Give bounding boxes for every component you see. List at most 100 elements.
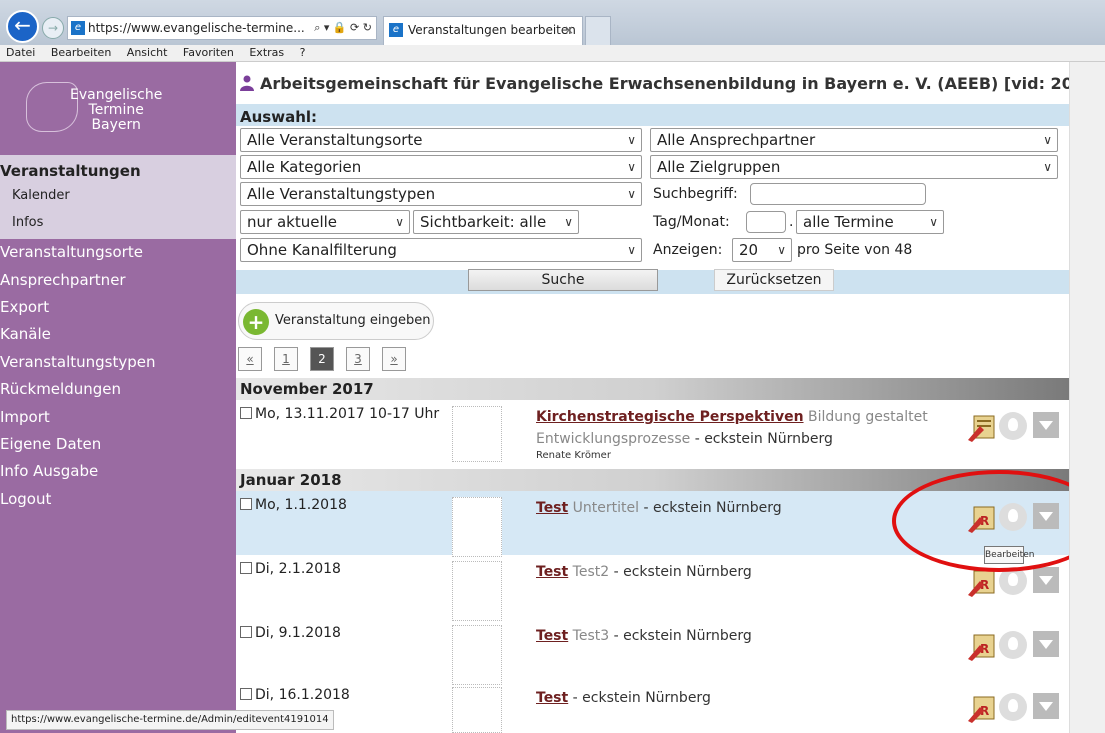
sidebar-item-kanaele[interactable]: Kanäle bbox=[0, 325, 236, 343]
event-description: Test Test3 - eckstein Nürnberg bbox=[536, 625, 936, 647]
edit-icon[interactable] bbox=[966, 414, 998, 442]
chevron-down-icon: ∨ bbox=[627, 160, 636, 174]
zielgruppen-select[interactable]: Alle Zielgruppen ∨ bbox=[650, 155, 1058, 179]
filter-heading: Auswahl: bbox=[240, 108, 318, 126]
kategorien-select[interactable]: Alle Kategorien ∨ bbox=[240, 155, 642, 179]
table-row: Di, 9.1.2018 Test Test3 - eckstein Nürnb… bbox=[236, 619, 1069, 685]
address-controls[interactable]: ⌕ ▾ 🔒 ⟳ ↻ bbox=[314, 17, 372, 39]
filter-form: Alle Veranstaltungsorte ∨ Alle Ansprechpa… bbox=[236, 126, 1069, 270]
sidebar-item-veranstaltungen[interactable]: Veranstaltungen bbox=[0, 162, 141, 180]
pagination-first[interactable]: « bbox=[238, 347, 262, 371]
event-description: Test Untertitel - eckstein Nürnberg bbox=[536, 497, 936, 519]
edit-icon[interactable]: R bbox=[966, 569, 998, 597]
event-checkbox[interactable] bbox=[240, 625, 252, 638]
sidebar-subitem-kalender[interactable]: Kalender bbox=[12, 188, 70, 203]
dropdown-arrow-icon[interactable] bbox=[1033, 412, 1059, 438]
event-title-link[interactable]: Kirchenstrategische Perspektiven bbox=[536, 409, 804, 425]
dropdown-arrow-icon[interactable] bbox=[1033, 567, 1059, 593]
event-checkbox[interactable] bbox=[240, 561, 252, 574]
logo[interactable]: Evangelische Termine Bayern bbox=[14, 74, 214, 144]
chevron-down-icon: ∨ bbox=[777, 243, 786, 257]
anzeigen-select[interactable]: 20 ∨ bbox=[732, 238, 792, 262]
suchbegriff-label: Suchbegriff: bbox=[653, 186, 738, 202]
event-thumbnail bbox=[452, 625, 502, 685]
pagination-page-1[interactable]: 1 bbox=[274, 347, 298, 371]
tag-monat-dot: . bbox=[789, 214, 794, 230]
sidebar-item-import[interactable]: Import bbox=[0, 408, 236, 426]
sidebar-subitem-infos[interactable]: Infos bbox=[12, 215, 43, 230]
menu-extras[interactable]: Extras bbox=[249, 46, 284, 59]
sidebar-item-rueckmeldungen[interactable]: Rückmeldungen bbox=[0, 380, 236, 398]
event-place: - eckstein Nürnberg bbox=[643, 500, 782, 516]
event-checkbox[interactable] bbox=[240, 406, 252, 419]
chevron-down-icon: ∨ bbox=[627, 133, 636, 147]
menu-bearbeiten[interactable]: Bearbeiten bbox=[51, 46, 111, 59]
event-date: Di, 2.1.2018 bbox=[240, 561, 341, 577]
month-header: November 2017 bbox=[236, 378, 1069, 400]
scrollbar[interactable] bbox=[1069, 62, 1105, 733]
lightbulb-icon[interactable] bbox=[999, 631, 1027, 659]
ansprechpartner-select[interactable]: Alle Ansprechpartner ∨ bbox=[650, 128, 1058, 152]
event-title-link[interactable]: Test bbox=[536, 690, 568, 706]
filter-panel: Auswahl: Alle Veranstaltungsorte ∨ Alle A… bbox=[236, 104, 1069, 294]
add-event-button[interactable]: + Veranstaltung eingeben bbox=[238, 302, 434, 340]
event-thumbnail bbox=[452, 406, 502, 462]
edit-icon[interactable]: R bbox=[966, 695, 998, 723]
event-title-link[interactable]: Test bbox=[536, 564, 568, 580]
pagination-page-2: 2 bbox=[310, 347, 334, 371]
tag-monat-label: Tag/Monat: bbox=[653, 214, 730, 230]
menu-favoriten[interactable]: Favoriten bbox=[183, 46, 234, 59]
dropdown-arrow-icon[interactable] bbox=[1033, 693, 1059, 719]
event-thumbnail bbox=[452, 687, 502, 733]
sidebar-item-logout[interactable]: Logout bbox=[0, 490, 236, 508]
menu-datei[interactable]: Datei bbox=[6, 46, 35, 59]
sichtbarkeit-select[interactable]: Sichtbarkeit: alle ∨ bbox=[413, 210, 579, 234]
event-date: Mo, 13.11.2017 10-17 Uhr bbox=[240, 406, 439, 422]
close-icon[interactable]: × bbox=[564, 17, 574, 43]
kanal-select[interactable]: Ohne Kanalfilterung ∨ bbox=[240, 238, 642, 262]
table-row: Mo, 13.11.2017 10-17 Uhr Kirchenstrategi… bbox=[236, 400, 1069, 466]
main-content: Arbeitsgemeinschaft für Evangelische Erw… bbox=[236, 62, 1102, 733]
pagination-last[interactable]: » bbox=[382, 347, 406, 371]
event-place: - eckstein Nürnberg bbox=[572, 690, 711, 706]
sidebar-item-veranstaltungstypen[interactable]: Veranstaltungstypen bbox=[0, 353, 236, 371]
search-button[interactable]: Suche bbox=[468, 269, 658, 291]
aktuell-select[interactable]: nur aktuelle ∨ bbox=[240, 210, 410, 234]
logo-line-1: Evangelische bbox=[70, 87, 163, 103]
tab-veranstaltungen[interactable]: e Veranstaltungen bearbeiten × bbox=[383, 16, 583, 45]
event-description: Kirchenstrategische Perspektiven Bildung… bbox=[536, 406, 936, 462]
lightbulb-icon[interactable] bbox=[999, 412, 1027, 440]
sidebar-item-eigene-daten[interactable]: Eigene Daten bbox=[0, 435, 236, 453]
menu-help[interactable]: ? bbox=[300, 46, 306, 59]
pagination-page-3[interactable]: 3 bbox=[346, 347, 370, 371]
event-subtitle: Test2 bbox=[572, 564, 610, 580]
sidebar-item-export[interactable]: Export bbox=[0, 298, 236, 316]
orte-select[interactable]: Alle Veranstaltungsorte ∨ bbox=[240, 128, 642, 152]
event-title-link[interactable]: Test bbox=[536, 500, 568, 516]
address-bar[interactable]: e https://www.evangelische-termine... ⌕ … bbox=[67, 16, 377, 40]
forward-button[interactable]: → bbox=[42, 17, 64, 39]
event-checkbox[interactable] bbox=[240, 497, 252, 510]
suchbegriff-input[interactable] bbox=[750, 183, 926, 205]
event-place: - eckstein Nürnberg bbox=[613, 628, 752, 644]
add-event-label: Veranstaltung eingeben bbox=[275, 313, 431, 328]
sidebar: Evangelische Termine Bayern Veranstaltun… bbox=[0, 62, 236, 733]
lightbulb-icon[interactable] bbox=[999, 693, 1027, 721]
event-person: Renate Krömer bbox=[536, 450, 611, 461]
sidebar-item-veranstaltungsorte[interactable]: Veranstaltungsorte bbox=[0, 243, 236, 261]
back-button[interactable]: ← bbox=[6, 10, 39, 43]
event-checkbox[interactable] bbox=[240, 687, 252, 700]
typen-select[interactable]: Alle Veranstaltungstypen ∨ bbox=[240, 182, 642, 206]
sidebar-item-info-ausgabe[interactable]: Info Ausgabe bbox=[0, 462, 236, 480]
table-row: Di, 16.1.2018 Test - eckstein Nürnberg R bbox=[236, 681, 1069, 733]
edit-icon[interactable]: R bbox=[966, 633, 998, 661]
termine-select[interactable]: alle Termine ∨ bbox=[796, 210, 944, 234]
reset-button[interactable]: Zurücksetzen bbox=[714, 269, 834, 291]
new-tab-button[interactable] bbox=[585, 16, 611, 45]
logo-line-2: Termine bbox=[88, 102, 144, 118]
sidebar-item-ansprechpartner[interactable]: Ansprechpartner bbox=[0, 271, 236, 289]
tag-monat-input[interactable] bbox=[746, 211, 786, 233]
menu-ansicht[interactable]: Ansicht bbox=[127, 46, 168, 59]
event-title-link[interactable]: Test bbox=[536, 628, 568, 644]
dropdown-arrow-icon[interactable] bbox=[1033, 631, 1059, 657]
